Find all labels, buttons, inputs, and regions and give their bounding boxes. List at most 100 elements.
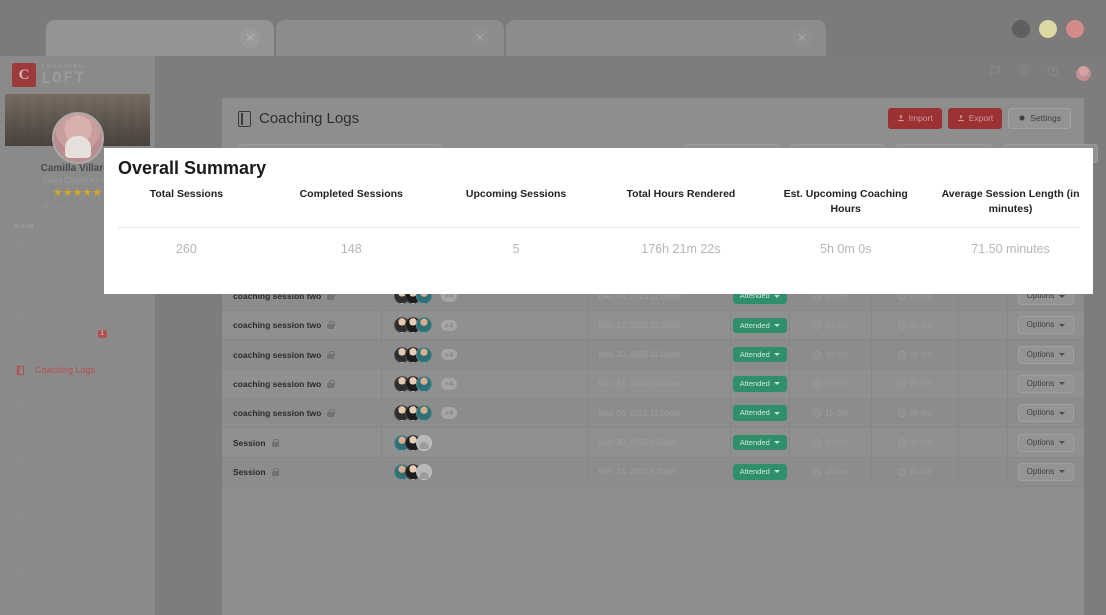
options-cell: Options [1008, 428, 1084, 457]
browser-tab[interactable]: ✕ [46, 20, 274, 56]
summary-value-row: 260 148 5 176h 21m 22s 5h 0m 0s 71.50 minutes [104, 242, 1093, 256]
options-button[interactable]: Options [1017, 433, 1075, 452]
status-label: Attended [739, 437, 770, 447]
status-cell: Attended [731, 369, 790, 399]
book-icon[interactable] [1018, 64, 1030, 82]
browser-tab[interactable]: ✕ [276, 20, 504, 56]
avatar[interactable] [51, 112, 104, 164]
sidebar-item-agreements[interactable]: Agreements [0, 507, 155, 525]
sidebar-item-contacts[interactable]: Contacts [0, 452, 155, 470]
table-row[interactable]: coaching session two +4 Nov. 27, 2023 11:0… [222, 310, 1084, 341]
empty-cell [959, 398, 1008, 428]
close-window-button[interactable] [1066, 20, 1084, 38]
close-icon[interactable]: ✕ [240, 28, 260, 48]
summary-column-label: Est. Upcoming Coaching Hours [783, 188, 908, 216]
session-title: coaching session two [233, 378, 322, 389]
status-badge[interactable]: Attended [732, 346, 787, 363]
sidebar-item-coaching-questions[interactable]: Coaching Questions [0, 470, 155, 488]
sidebar-item-coaching-packages[interactable]: Coaching Packages [0, 489, 155, 507]
avatar-stack [393, 405, 432, 422]
status-badge[interactable]: Attended [732, 405, 787, 421]
import-button[interactable]: Import [887, 108, 942, 129]
summary-column-header: Upcoming Sessions [434, 187, 599, 218]
app-logo[interactable]: C COACHING LOFT [0, 56, 155, 88]
options-button-label: Options [1026, 378, 1055, 388]
status-badge[interactable]: Attended [732, 434, 787, 451]
participants-cell [382, 457, 589, 487]
avatar[interactable] [1076, 65, 1091, 81]
status-cell: Attended [731, 457, 790, 487]
chat-icon[interactable] [989, 64, 1001, 82]
status-cell: Attended [731, 427, 790, 458]
logo-text: COACHING LOFT [41, 64, 86, 86]
avatar [415, 463, 432, 480]
page-icon [14, 383, 26, 395]
participants-cell: +4 [382, 310, 589, 340]
help-icon[interactable] [1047, 64, 1059, 82]
sidebar-item-affiliate-program[interactable]: Affiliate Program [0, 561, 155, 579]
status-badge[interactable]: Attended [732, 464, 787, 480]
session-title-cell: coaching session two [222, 398, 382, 428]
lock-icon [271, 438, 280, 447]
handshake-icon [14, 510, 26, 522]
table-row[interactable]: Session Nov. 30, 2023 5:00am Attended 1h 0m… [222, 427, 1084, 458]
clock-icon [897, 467, 906, 476]
status-badge[interactable]: Attended [732, 317, 787, 334]
chevron-down-icon [1059, 441, 1066, 445]
secondary-duration-label: 0h 0m [909, 408, 932, 418]
assessment-icon [14, 328, 26, 340]
sidebar: C COACHING LOFT Camilla Villarea Sales C… [0, 56, 155, 615]
table-row[interactable]: coaching session two +4 Nov. 13, 2023 11:0… [222, 369, 1084, 400]
import-button-label: Import [908, 113, 933, 123]
table-row[interactable]: coaching session two +4 Nov. 20, 2023 11:0… [222, 339, 1084, 370]
sidebar-item-appointments[interactable]: Appointments [0, 307, 155, 325]
options-button[interactable]: Options [1017, 345, 1075, 364]
options-button[interactable]: Options [1017, 316, 1075, 335]
session-title: coaching session two [233, 349, 322, 360]
session-title: Session [233, 437, 266, 448]
minimize-button[interactable] [1039, 20, 1057, 38]
sidebar-item-feedback[interactable]: Feedback [0, 543, 155, 561]
sidebar-item-invoices[interactable]: Invoices [0, 525, 155, 543]
user-icon [14, 273, 26, 285]
options-button-label: Options [1026, 349, 1055, 359]
sidebar-item-leads[interactable]: Leads [0, 398, 155, 416]
options-button[interactable]: Options [1017, 462, 1075, 481]
options-button[interactable]: Options [1017, 404, 1075, 423]
table-row[interactable]: Session Nov. 24, 2023 5:00am Attended 1h 0m… [222, 457, 1084, 487]
table-row[interactable]: coaching session two +4 Nov. 06, 2023 11:0… [222, 398, 1084, 429]
clock-icon [813, 350, 822, 359]
options-button[interactable]: Options [1017, 374, 1075, 393]
participants-cell [382, 427, 589, 458]
close-icon[interactable]: ✕ [792, 28, 812, 48]
sidebar-item-assessments[interactable]: Assessments 1 [0, 325, 155, 343]
session-title: coaching session two [233, 408, 322, 419]
sidebar-item-files[interactable]: Files [0, 343, 155, 361]
avatar [415, 346, 432, 363]
sidebar-item-label: Coaching Logs [35, 365, 96, 376]
clock-icon [813, 467, 822, 476]
sidebar-item-journals[interactable]: Journals [0, 380, 155, 398]
status-badge[interactable]: Attended [732, 376, 787, 392]
browser-tabstrip: ✕ ✕ ✕ [46, 20, 828, 56]
lock-icon [327, 379, 335, 388]
chevron-down-icon [773, 294, 780, 298]
settings-button[interactable]: Settings [1008, 108, 1071, 129]
status-cell: Attended [731, 398, 790, 428]
summary-column-label: Upcoming Sessions [465, 188, 567, 200]
maximize-button[interactable] [1012, 20, 1030, 38]
options-button-label: Options [1026, 437, 1055, 447]
sidebar-item-engagements[interactable]: Engagements [0, 416, 155, 434]
participant-overflow-count: +4 [440, 407, 458, 419]
options-cell: Options [1008, 311, 1084, 340]
sidebar-item-label: Coaching Packages [35, 492, 116, 503]
browser-tab[interactable]: ✕ [506, 20, 826, 56]
status-label: Attended [739, 349, 770, 359]
close-icon[interactable]: ✕ [470, 28, 490, 48]
sidebar-item-coaching-logs[interactable]: Coaching Logs [0, 361, 155, 379]
session-title: Session [233, 466, 266, 477]
chevron-down-icon [773, 353, 780, 357]
export-button[interactable]: Export [947, 108, 1003, 129]
sidebar-item-inquiries[interactable]: Inquiries [0, 434, 155, 452]
session-title-cell: coaching session two [222, 369, 382, 399]
